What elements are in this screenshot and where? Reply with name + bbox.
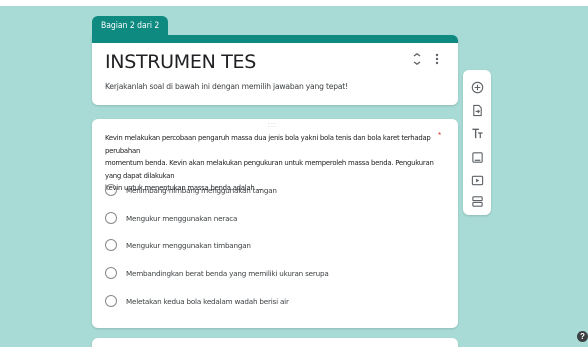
radio-button[interactable] [105, 267, 117, 279]
question-text-line: momentum benda. Kevin akan melakukan pen… [105, 159, 434, 180]
option-label: Mengukur menggunakan neraca [126, 213, 238, 223]
next-question-card[interactable] [92, 338, 458, 347]
add-title-icon[interactable] [470, 126, 484, 140]
question-text-line: Kevin melakukan percobaan pengaruh massa… [105, 134, 431, 155]
help-icon[interactable]: ? [577, 331, 588, 342]
add-image-icon[interactable] [470, 150, 484, 164]
required-mark: * [438, 131, 442, 140]
question-card[interactable]: ::: Kevin melakukan percobaan pengaruh m… [92, 119, 458, 328]
import-questions-icon[interactable] [470, 103, 484, 117]
option-label: Membandingkan berat benda yang memiliki … [126, 268, 329, 278]
add-question-icon[interactable] [470, 80, 484, 94]
collapse-icon[interactable] [413, 52, 421, 68]
option-5[interactable]: Meletakan kedua bola kedalam wadah beris… [105, 294, 289, 308]
add-section-icon[interactable] [470, 194, 484, 208]
option-label: Menimbang-nimbang menggunakan tangan [126, 185, 277, 195]
radio-button[interactable] [105, 239, 117, 251]
radio-button[interactable] [105, 295, 117, 307]
option-3[interactable]: Mengukur menggunakan timbangan [105, 238, 251, 252]
radio-button[interactable] [105, 212, 117, 224]
more-vertical-icon[interactable] [435, 53, 439, 68]
option-label: Meletakan kedua bola kedalam wadah beris… [126, 296, 289, 306]
option-4[interactable]: Membandingkan berat benda yang memiliki … [105, 266, 329, 280]
section-tag: Bagian 2 dari 2 [92, 16, 169, 37]
option-label: Mengukur menggunakan timbangan [126, 240, 251, 250]
form-editor: Bagian 2 dari 2 INSTRUMEN TES Kerjakanla… [0, 0, 588, 347]
form-description[interactable]: Kerjakanlah soal di bawah ini dengan mem… [105, 82, 348, 91]
top-strip [0, 0, 588, 6]
add-video-icon[interactable] [470, 173, 484, 187]
radio-button[interactable] [105, 184, 117, 196]
option-2[interactable]: Mengukur menggunakan neraca [105, 211, 237, 225]
form-header-card[interactable]: INSTRUMEN TES Kerjakanlah soal di bawah … [92, 35, 458, 105]
form-title[interactable]: INSTRUMEN TES [105, 51, 256, 73]
drag-handle-icon[interactable]: ::: [268, 122, 277, 129]
floating-toolbar [463, 70, 491, 215]
option-1[interactable]: Menimbang-nimbang menggunakan tangan [105, 183, 277, 197]
